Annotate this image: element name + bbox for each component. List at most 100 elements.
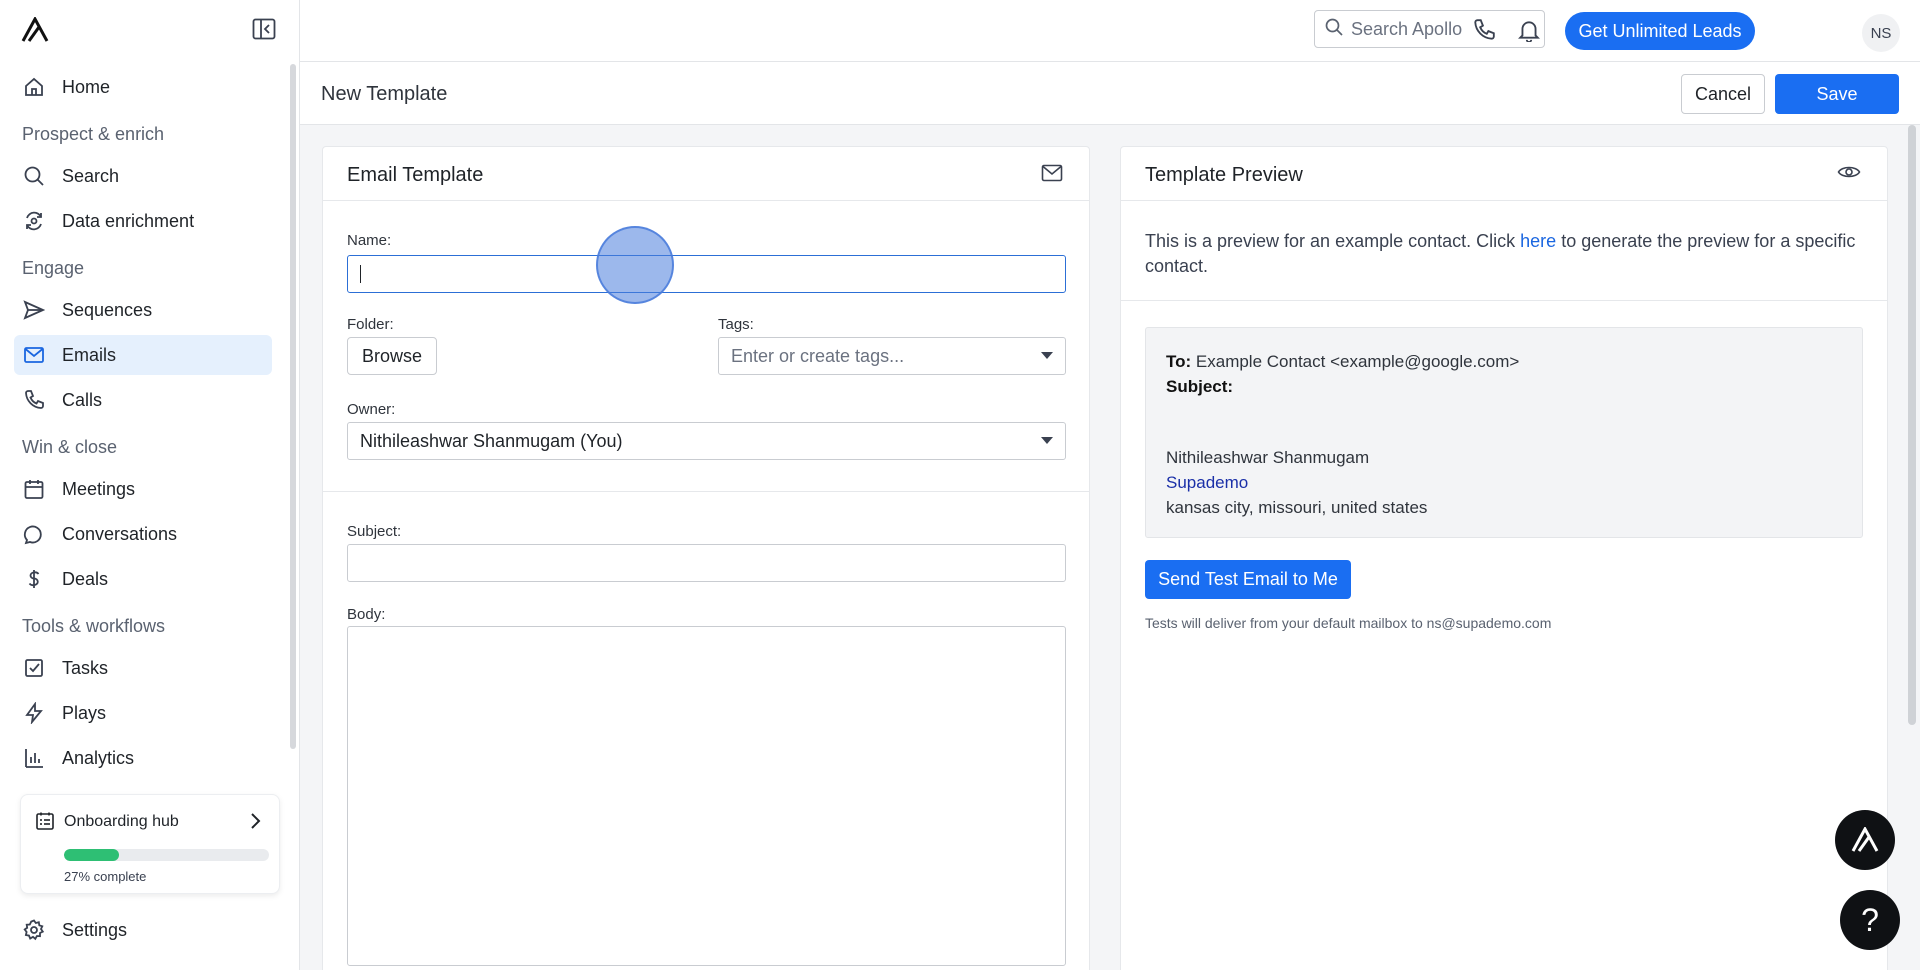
sidebar-item-sequences[interactable]: Sequences (14, 290, 272, 330)
owner-value: Nithileashwar Shanmugam (You) (360, 431, 623, 451)
phone-icon (22, 388, 46, 412)
email-template-header: Email Template (323, 147, 1089, 201)
sidebar-item-label: Data enrichment (62, 210, 195, 231)
sidebar-item-emails[interactable]: Emails (14, 335, 272, 375)
sidebar-item-label: Sequences (62, 299, 153, 320)
sidebar-item-deals[interactable]: Deals (14, 559, 272, 599)
sidebar-item-tasks[interactable]: Tasks (14, 648, 272, 688)
search-input[interactable] (1351, 18, 1541, 40)
chevron-right-icon (249, 812, 261, 835)
dollar-icon (22, 567, 46, 591)
name-label: Name: (347, 232, 392, 249)
onboarding-hub-card[interactable]: Onboarding hub 27% complete (20, 794, 280, 894)
caret-down-icon (1041, 437, 1053, 444)
preview-email-box: To: Example Contact <example@google.com>… (1145, 327, 1863, 538)
sidebar-item-analytics[interactable]: Analytics (14, 738, 272, 778)
panel-title: Template Preview (1145, 164, 1303, 186)
sidebar-item-plays[interactable]: Plays (14, 693, 272, 733)
sidebar-item-settings[interactable]: Settings (14, 910, 272, 950)
main-scrollbar[interactable] (1908, 125, 1916, 725)
sidebar-item-label: Meetings (62, 478, 136, 499)
section-prospect-enrich: Prospect & enrich (22, 124, 165, 144)
section-engage: Engage (22, 258, 85, 278)
cancel-button[interactable]: Cancel (1681, 74, 1765, 114)
sidebar-nav: Home Prospect & enrich Search Data enric… (14, 67, 272, 783)
sidebar-item-label: Search (62, 165, 120, 186)
divider (323, 491, 1089, 492)
preview-subject-line: Subject: (1166, 377, 1233, 397)
sidebar-item-home[interactable]: Home (14, 67, 272, 107)
checklist-icon (35, 811, 55, 836)
mail-icon (22, 343, 46, 367)
template-preview-header: Template Preview (1121, 147, 1887, 201)
section-tools-workflows: Tools & workflows (22, 616, 166, 636)
onboarding-progress-text: 27% complete (64, 869, 147, 884)
sidebar-item-conversations[interactable]: Conversations (14, 514, 272, 554)
eye-icon (1837, 163, 1861, 186)
bell-icon[interactable] (1517, 18, 1543, 44)
folder-label: Folder: (347, 316, 394, 333)
phone-icon[interactable] (1472, 18, 1498, 44)
onboarding-title: Onboarding hub (64, 813, 179, 830)
tags-select[interactable]: Enter or create tags... (718, 337, 1066, 375)
sender-name: Nithileashwar Shanmugam (1166, 448, 1370, 467)
sidebar-item-calls[interactable]: Calls (14, 380, 272, 420)
subject-label: Subject: (1166, 377, 1234, 396)
name-field[interactable] (347, 255, 1066, 293)
sidebar-item-label: Home (62, 76, 111, 97)
avatar[interactable]: NS (1862, 14, 1900, 52)
owner-label: Owner: (347, 401, 396, 418)
calendar-icon (22, 477, 46, 501)
email-template-panel: Email Template Name: Folder: Browse Tags… (322, 146, 1090, 970)
sidebar-item-label: Deals (62, 568, 109, 589)
apollo-logo-icon[interactable] (20, 15, 50, 43)
subject-field[interactable] (347, 544, 1066, 582)
search-icon (22, 164, 46, 188)
tags-placeholder: Enter or create tags... (731, 346, 905, 366)
template-preview-panel: Template Preview This is a preview for a… (1120, 146, 1888, 970)
sidebar-scrollbar[interactable] (290, 64, 296, 749)
data-enrichment-icon (22, 209, 46, 233)
divider (1121, 300, 1887, 301)
body-editor[interactable] (347, 626, 1066, 966)
get-unlimited-leads-button[interactable]: Get Unlimited Leads (1565, 12, 1755, 50)
search-icon (1325, 18, 1343, 41)
subject-label: Subject: (347, 523, 402, 540)
sidebar-item-label: Plays (62, 702, 107, 723)
apollo-assistant-button[interactable] (1835, 810, 1895, 870)
name-input[interactable] (348, 256, 1065, 292)
save-button[interactable]: Save (1775, 74, 1899, 114)
gear-icon (22, 918, 46, 942)
send-test-email-button[interactable]: Send Test Email to Me (1145, 560, 1351, 599)
collapse-sidebar-icon[interactable] (252, 18, 278, 42)
panel-title: Email Template (347, 164, 484, 186)
checkbox-icon (22, 656, 46, 680)
section-win-close: Win & close (22, 437, 118, 457)
sidebar-item-search[interactable]: Search (14, 156, 272, 196)
sidebar-item-label: Emails (62, 344, 117, 365)
bar-chart-icon (22, 746, 46, 770)
page-title: New Template (321, 83, 448, 105)
global-search[interactable] (1314, 10, 1545, 48)
subject-input[interactable] (348, 545, 1065, 581)
text-caret (360, 265, 361, 283)
owner-select[interactable]: Nithileashwar Shanmugam (You) (347, 422, 1066, 460)
apollo-logo-icon (1851, 827, 1879, 852)
home-icon (22, 75, 46, 99)
top-bar: Get Unlimited Leads NS (300, 0, 1920, 62)
preview-note: This is a preview for an example contact… (1145, 229, 1865, 279)
help-button[interactable]: ? (1840, 890, 1900, 950)
browse-folder-button[interactable]: Browse (347, 337, 437, 375)
sidebar-item-label: Analytics (62, 747, 135, 768)
sidebar-item-label: Settings (62, 919, 128, 940)
sidebar-item-meetings[interactable]: Meetings (14, 469, 272, 509)
generate-preview-link[interactable]: here (1520, 231, 1556, 251)
sidebar-item-data-enrichment[interactable]: Data enrichment (14, 201, 272, 241)
send-icon (22, 298, 46, 322)
mail-icon (1041, 163, 1063, 188)
sender-company-link[interactable]: Supademo (1166, 473, 1248, 493)
sidebar-item-label: Tasks (62, 657, 109, 678)
page-header: New Template Cancel Save (300, 62, 1920, 125)
to-label: To: (1166, 352, 1192, 371)
click-indicator (596, 226, 674, 304)
